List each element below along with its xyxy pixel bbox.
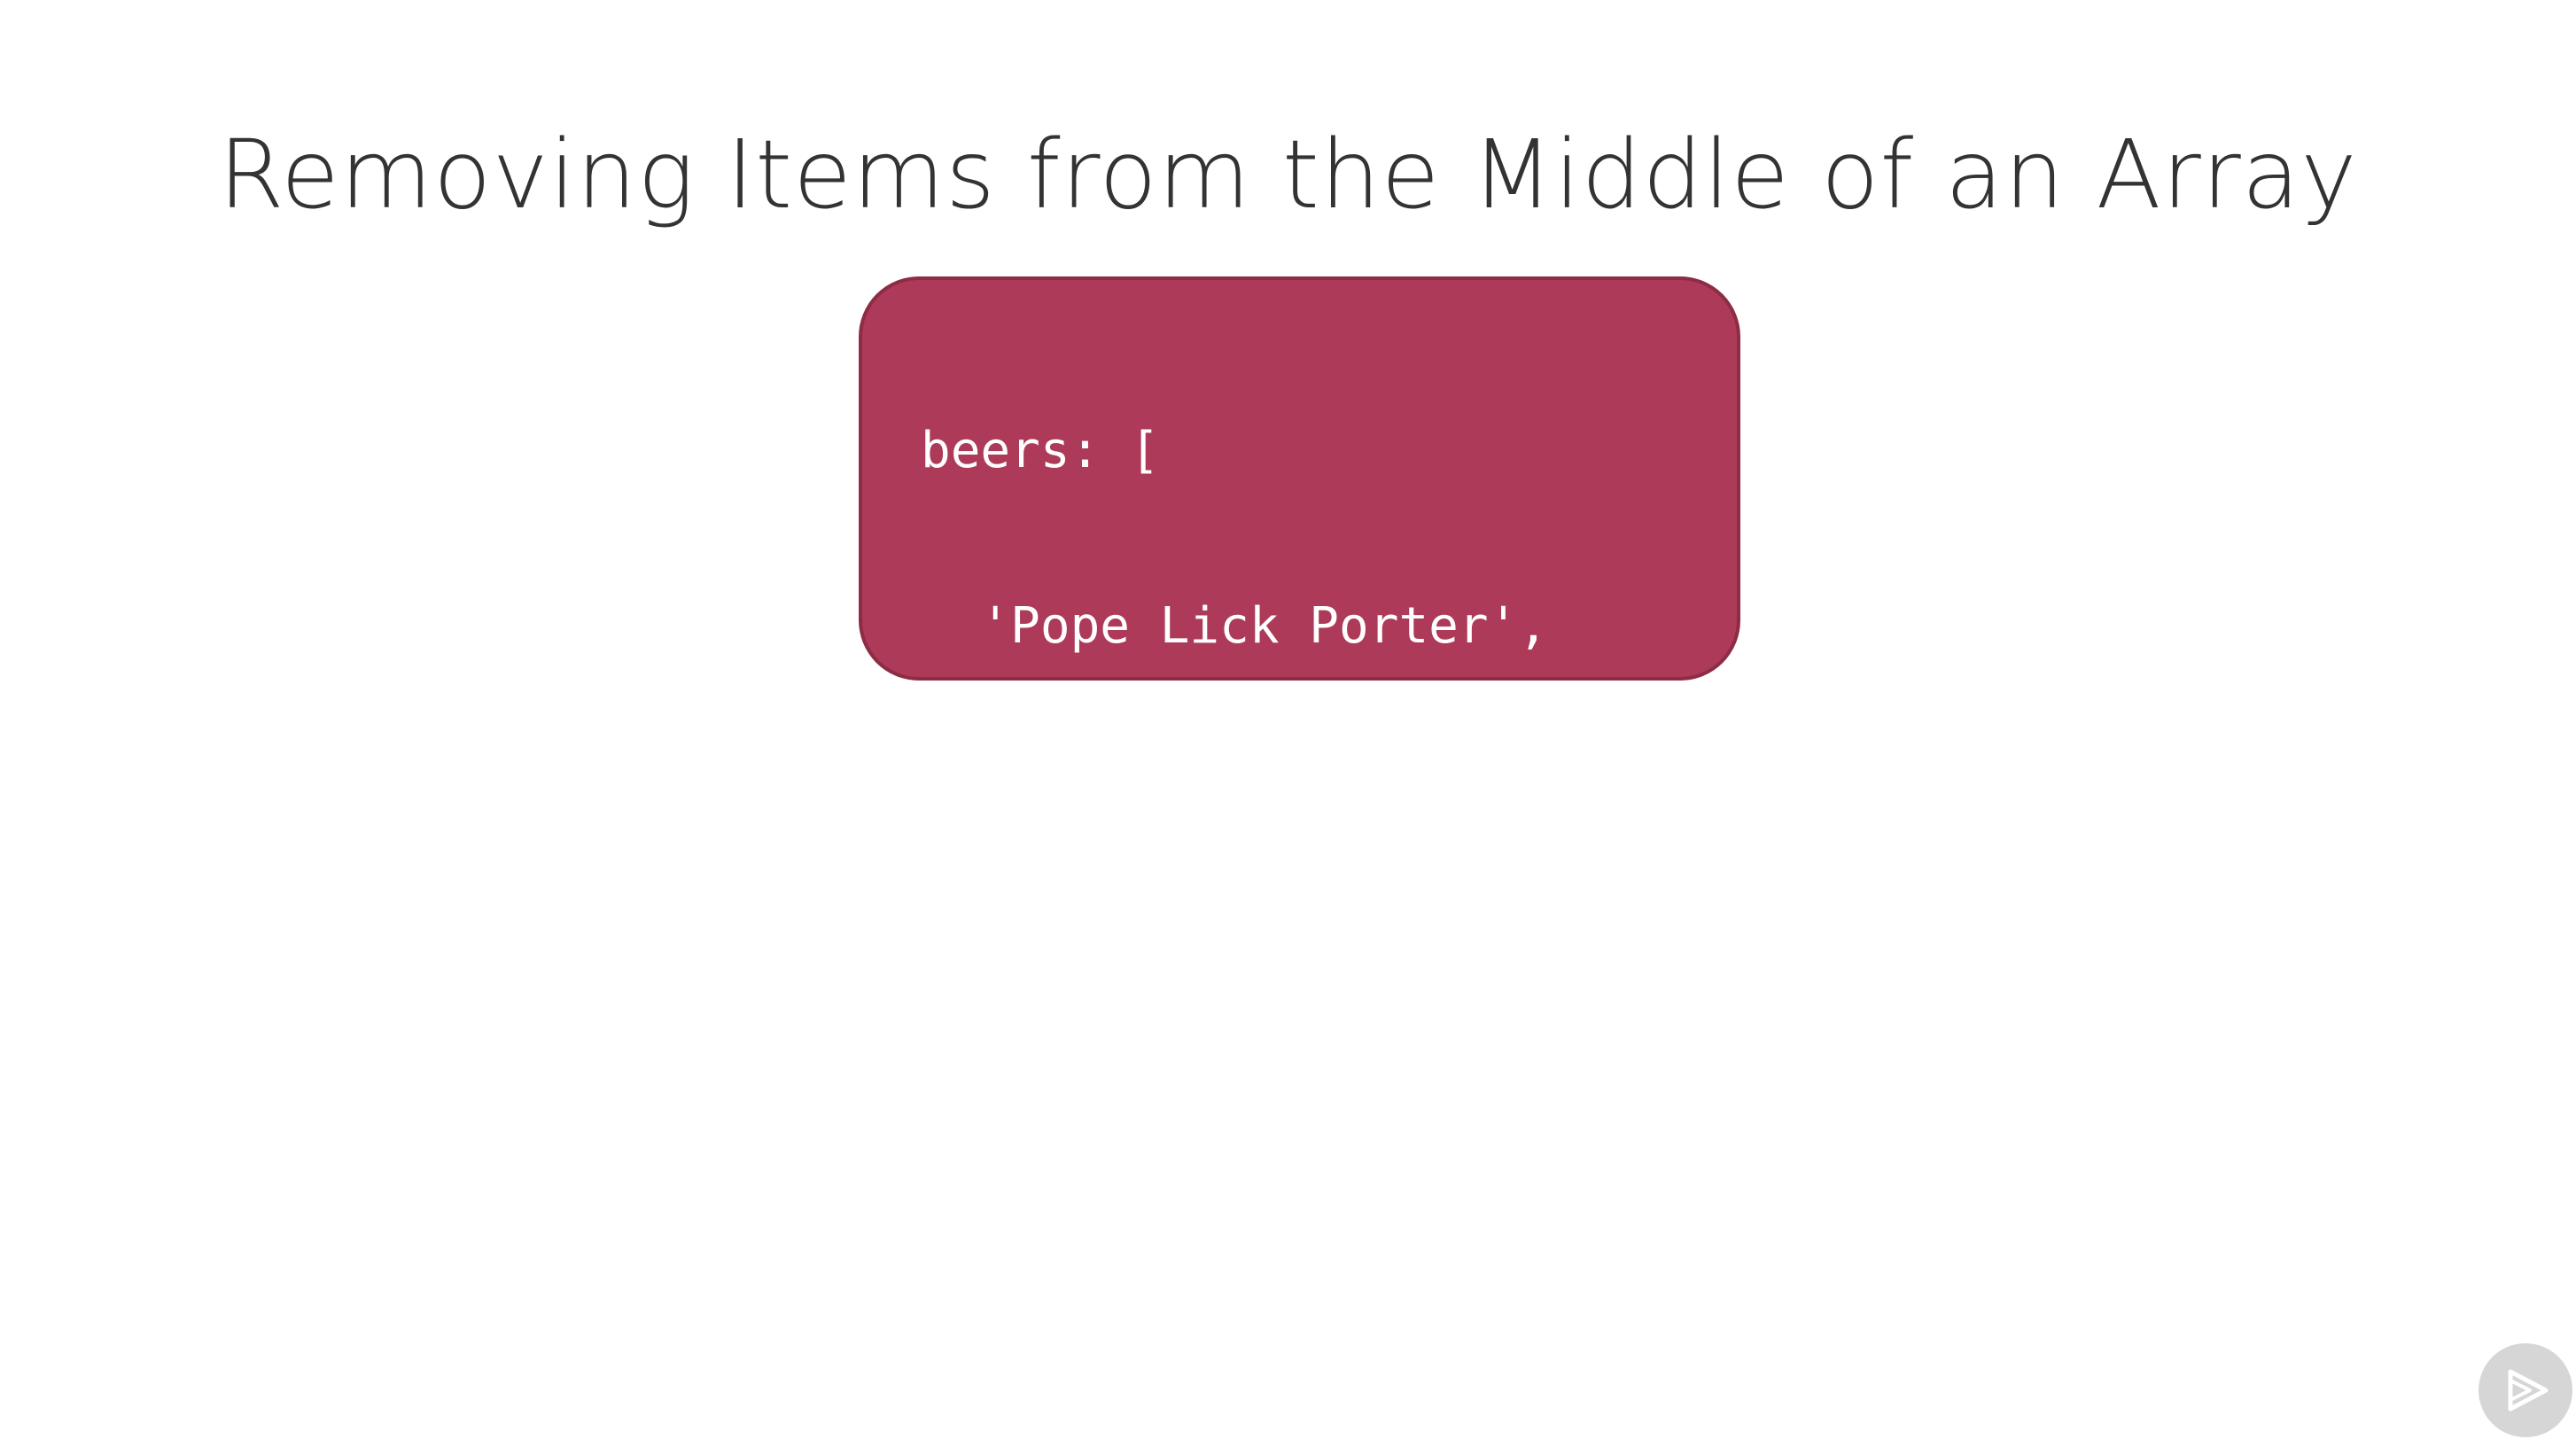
code-line: 'Tikibalang Barley Wine' xyxy=(921,1124,1698,1181)
code-lines: beers: [ 'Pope Lick Porter', 'Hyote Choc… xyxy=(921,305,1698,1447)
code-line: 'Ahool Ale', xyxy=(921,948,1340,1006)
slide: Removing Items from the Middle of an Arr… xyxy=(0,0,2576,1447)
play-button[interactable] xyxy=(2479,1343,2572,1437)
code-line: beers: [ xyxy=(921,422,1160,479)
code-block: beers: [ 'Pope Lick Porter', 'Hyote Choc… xyxy=(859,276,1740,1357)
slide-title: Removing Items from the Middle of an Arr… xyxy=(218,121,2358,230)
code-line: 'Pope Lick Porter', xyxy=(921,597,1549,655)
code-line: ] xyxy=(921,1299,951,1357)
code-line: 'Hyote Chocolate Stout', xyxy=(921,773,1698,830)
play-logo-icon xyxy=(2508,1369,2549,1412)
